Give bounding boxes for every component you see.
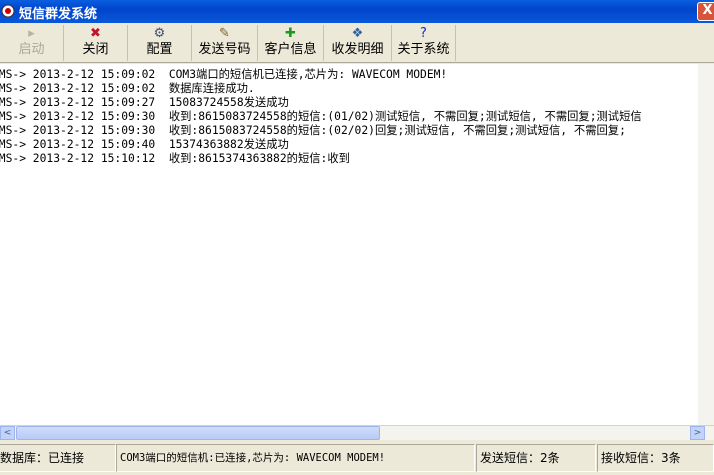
plus-icon: ✚ xyxy=(285,26,296,41)
toolbar-button-3[interactable]: ✎ 发送号码 xyxy=(192,25,258,61)
toolbar-button-1[interactable]: ✖ 关闭 xyxy=(64,25,128,61)
log-line: SMS-> 2013-2-12 15:09:02 数据库连接成功. xyxy=(0,82,255,95)
log-line: SMS-> 2013-2-12 15:09:40 15374363882发送成功 xyxy=(0,138,289,151)
horizontal-scrollbar[interactable]: < > xyxy=(0,425,714,440)
vertical-scroll-track[interactable] xyxy=(698,64,714,425)
scroll-left-button[interactable]: < xyxy=(0,426,15,440)
toolbar-button-label: 客户信息 xyxy=(264,42,317,57)
log-line: SMS-> 2013-2-12 15:10:12 收到:861537436388… xyxy=(0,152,350,165)
scroll-thumb[interactable] xyxy=(16,426,380,440)
toolbar: ▸ 启动 ✖ 关闭 ⚙ 配置 ✎ 发送号码 ✚ 客户信息 ❖ 收发明细? 关于系统 xyxy=(0,23,714,63)
status-modem: COM3端口的短信机:已连接,芯片为: WAVECOM MODEM! xyxy=(116,444,475,472)
app-icon xyxy=(1,4,15,18)
status-received-count: 接收短信：3条 xyxy=(597,444,714,472)
toolbar-button-label: 配置 xyxy=(146,42,173,57)
config-icon: ⚙ xyxy=(153,26,166,41)
log-line: SMS-> 2013-2-12 15:09:30 收到:861508372455… xyxy=(0,124,626,137)
toolbar-button-label: 收发明细 xyxy=(331,42,384,57)
help-icon: ? xyxy=(420,26,427,41)
close-icon: ✖ xyxy=(90,26,101,41)
toolbar-button-label: 关于系统 xyxy=(397,42,450,57)
toolbar-button-label: 关闭 xyxy=(82,42,109,57)
toolbar-button-6[interactable]: ? 关于系统 xyxy=(392,25,456,61)
toolbar-button-0[interactable]: ▸ 启动 xyxy=(0,25,64,61)
log-pane[interactable]: SMS-> 2013-2-12 15:09:02 COM3端口的短信机已连接,芯… xyxy=(0,64,714,425)
play-icon: ▸ xyxy=(28,26,35,41)
window-title: 短信群发系统 xyxy=(19,7,98,22)
scroll-right-button[interactable]: > xyxy=(690,426,705,440)
log-line: SMS-> 2013-2-12 15:09:02 COM3端口的短信机已连接,芯… xyxy=(0,68,448,81)
toolbar-button-2[interactable]: ⚙ 配置 xyxy=(128,25,192,61)
status-bar: 数据库：已连接 COM3端口的短信机:已连接,芯片为: WAVECOM MODE… xyxy=(0,440,714,475)
pencil-icon: ✎ xyxy=(219,26,230,41)
log-line: SMS-> 2013-2-12 15:09:27 15083724558发送成功 xyxy=(0,96,289,109)
toolbar-button-label: 启动 xyxy=(18,42,45,57)
toolbar-button-5[interactable]: ❖ 收发明细 xyxy=(324,25,392,61)
details-icon: ❖ xyxy=(351,26,364,41)
status-sent-count: 发送短信：2条 xyxy=(476,444,596,472)
toolbar-button-4[interactable]: ✚ 客户信息 xyxy=(258,25,324,61)
toolbar-button-label: 发送号码 xyxy=(198,42,251,57)
log-line: SMS-> 2013-2-12 15:09:30 收到:861508372455… xyxy=(0,110,642,123)
status-database: 数据库：已连接 xyxy=(0,444,116,472)
window-close-button[interactable]: X xyxy=(697,2,714,21)
title-bar[interactable]: 短信群发系统 X xyxy=(0,0,714,23)
